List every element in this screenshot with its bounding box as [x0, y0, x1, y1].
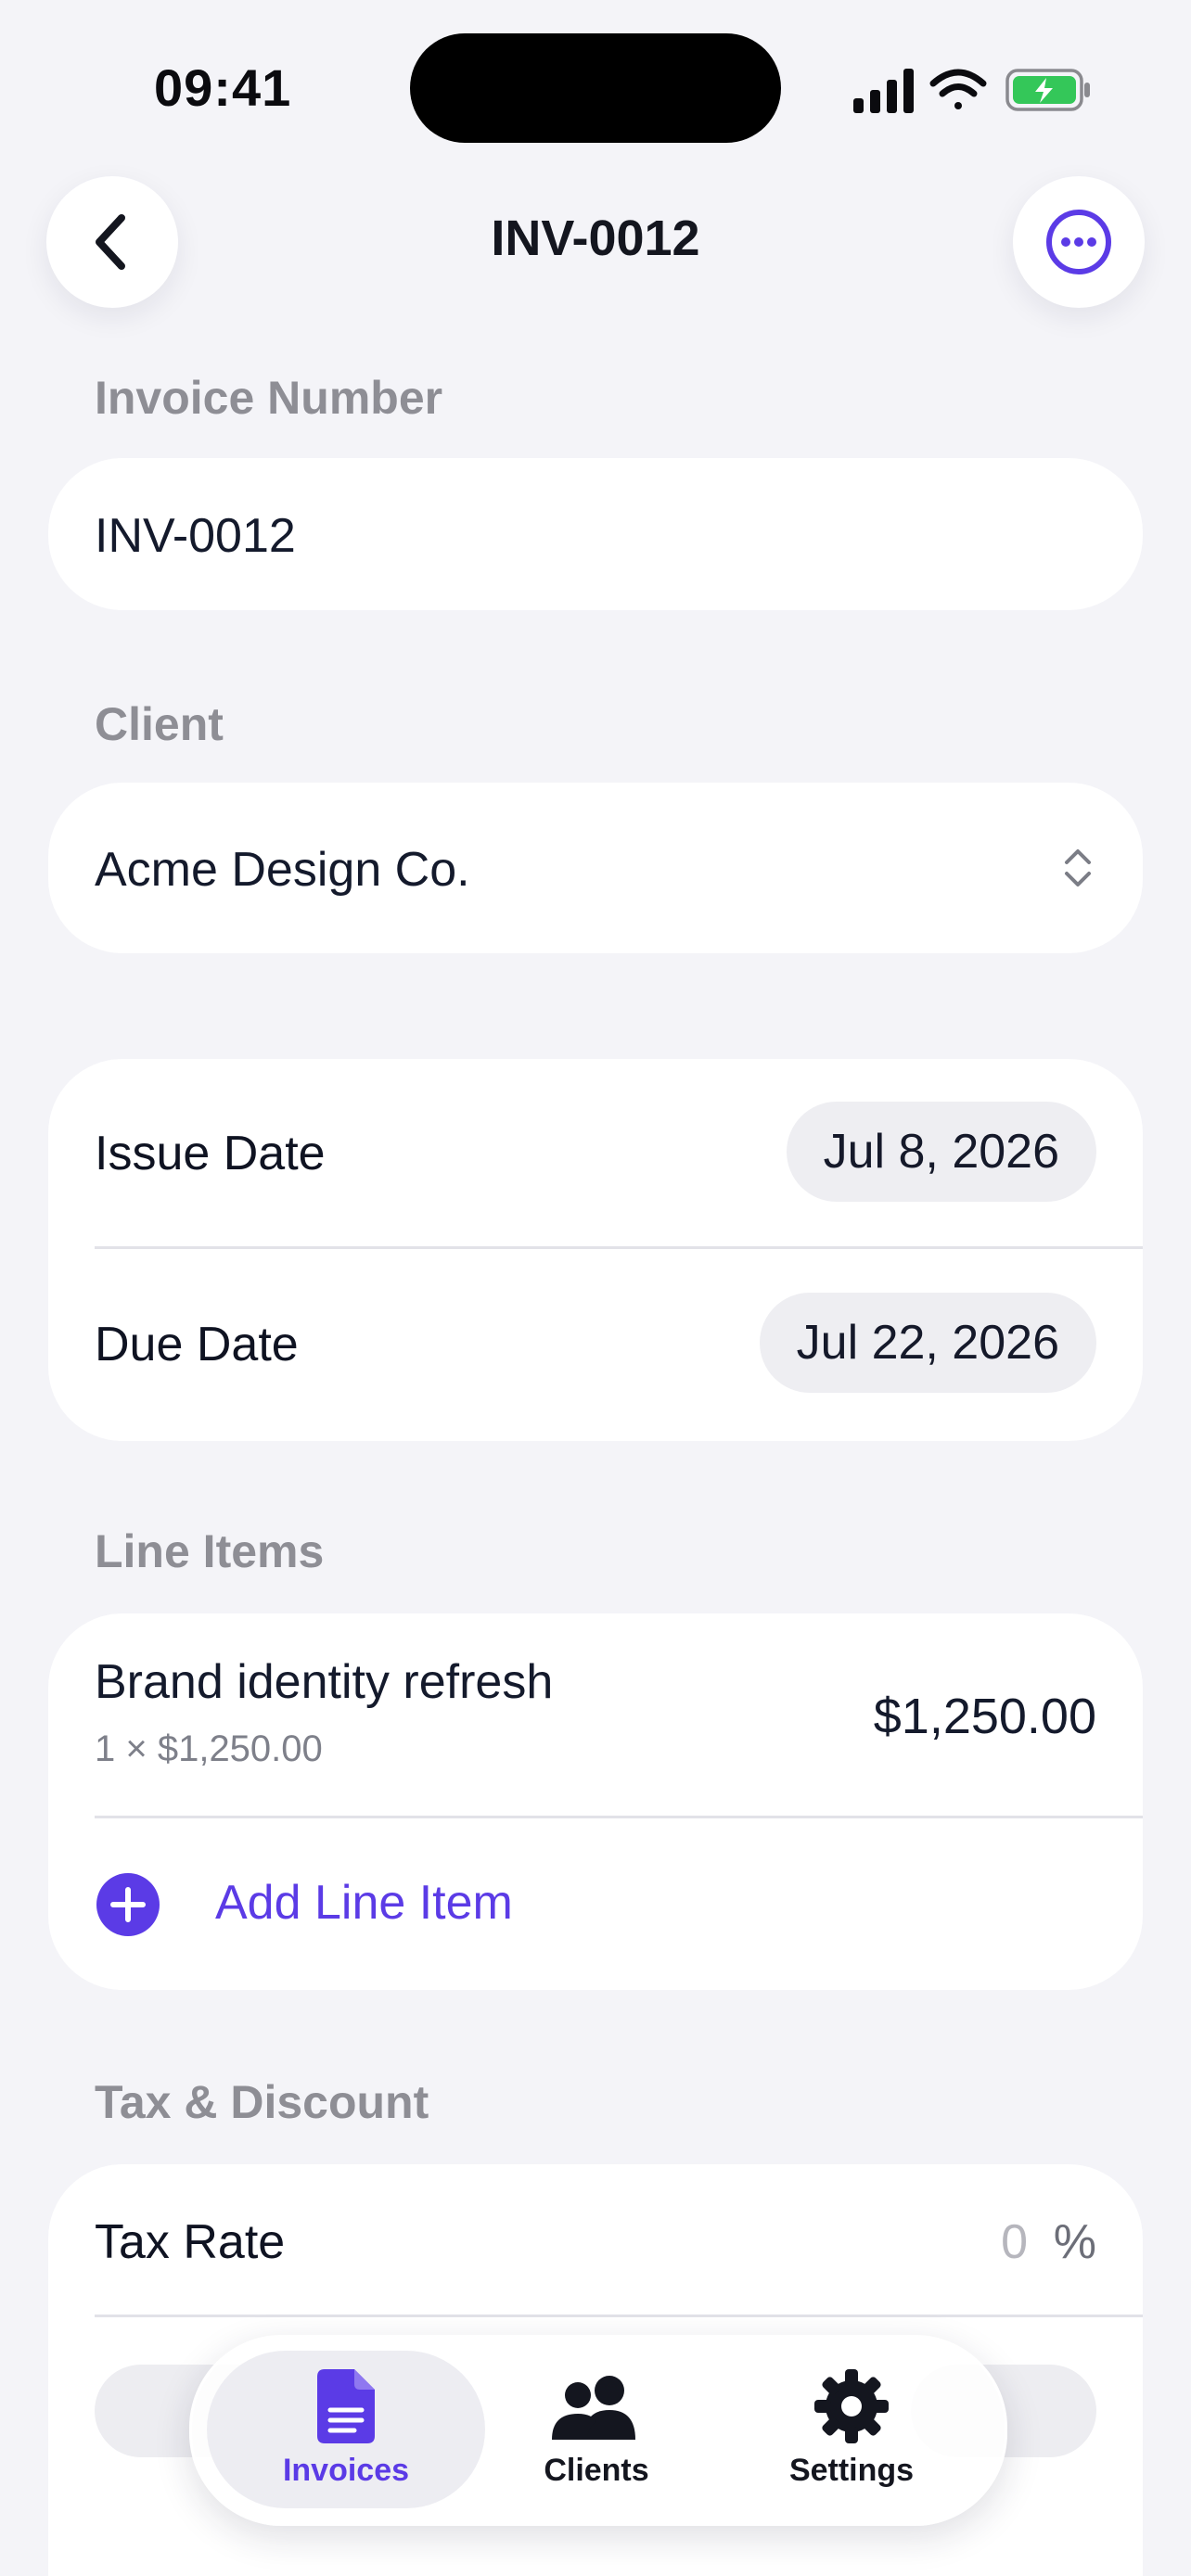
document-icon	[317, 2369, 375, 2443]
tab-invoices[interactable]: Invoices	[207, 2351, 485, 2508]
due-date-picker[interactable]: Jul 22, 2026	[759, 1293, 1096, 1393]
invoice-number-label: Invoice Number	[95, 372, 443, 424]
due-date-label: Due Date	[95, 1318, 299, 1371]
tax-discount-label: Tax & Discount	[95, 2076, 429, 2128]
client-value: Acme Design Co.	[95, 843, 470, 897]
divider	[95, 1246, 1143, 1249]
status-bar: 09:41	[0, 0, 1191, 176]
divider	[95, 1816, 1143, 1818]
add-line-item-button[interactable]: Add Line Item	[48, 1819, 1143, 1990]
tab-settings[interactable]: Settings	[717, 2351, 986, 2508]
tab-clients[interactable]: Clients	[467, 2351, 726, 2508]
status-time: 09:41	[154, 58, 292, 117]
invoice-number-field[interactable]: INV-0012	[48, 458, 1143, 610]
tax-rate-unit: %	[1053, 2215, 1096, 2269]
wifi-icon	[929, 69, 987, 109]
line-items-card: Brand identity refresh 1 × $1,250.00 $1,…	[48, 1613, 1143, 1990]
tab-settings-label: Settings	[788, 2453, 915, 2488]
invoice-number-value: INV-0012	[95, 509, 296, 563]
issue-date-label: Issue Date	[95, 1127, 326, 1180]
issue-date-picker[interactable]: Jul 8, 2026	[786, 1102, 1096, 1202]
ellipsis-circle-icon	[1046, 210, 1111, 274]
dynamic-island	[410, 33, 781, 143]
tax-rate-label: Tax Rate	[95, 2215, 286, 2269]
client-picker[interactable]: Acme Design Co.	[48, 783, 1143, 953]
more-options-button[interactable]	[1013, 176, 1145, 308]
client-label: Client	[95, 698, 224, 750]
cellular-signal-icon	[853, 69, 914, 113]
battery-icon	[1005, 69, 1090, 111]
line-items-label: Line Items	[95, 1525, 325, 1577]
tab-clients-label: Clients	[544, 2453, 649, 2488]
line-item-detail: 1 × $1,250.00	[95, 1728, 323, 1769]
line-item[interactable]: Brand identity refresh 1 × $1,250.00 $1,…	[48, 1613, 1143, 1817]
tax-rate-input[interactable]: 0	[1001, 2214, 1028, 2270]
divider	[95, 2315, 1143, 2317]
people-icon	[552, 2376, 635, 2440]
dates-card: Issue Date Jul 8, 2026 Due Date Jul 22, …	[48, 1059, 1143, 1441]
plus-circle-icon	[96, 1873, 160, 1936]
status-icons	[853, 69, 1090, 113]
line-item-amount: $1,250.00	[873, 1689, 1096, 1744]
add-line-item-label: Add Line Item	[215, 1876, 513, 1930]
chevron-up-down-icon	[1065, 849, 1091, 886]
gear-icon	[814, 2369, 889, 2443]
tab-invoices-label: Invoices	[282, 2453, 410, 2488]
tab-bar: Invoices Clients Settings	[189, 2335, 1007, 2526]
line-item-title: Brand identity refresh	[95, 1655, 554, 1709]
